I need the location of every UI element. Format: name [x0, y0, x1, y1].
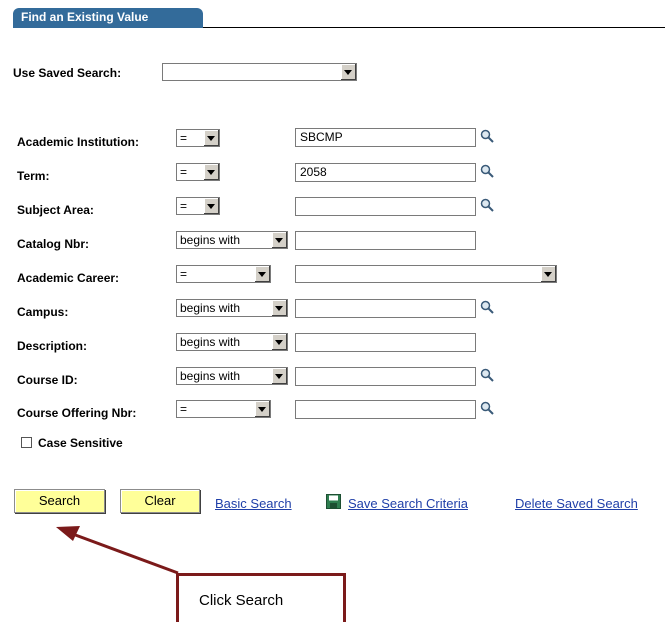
input-course-id[interactable]: [295, 367, 476, 386]
select-academic-career[interactable]: [295, 265, 557, 283]
chevron-down-icon: [271, 232, 287, 248]
operator-select-course-offering-nbr[interactable]: =: [176, 400, 271, 418]
chevron-down-icon: [203, 164, 219, 180]
input-subject-area[interactable]: [295, 197, 476, 216]
chevron-down-icon: [203, 198, 219, 214]
operator-select-campus[interactable]: begins with: [176, 299, 288, 317]
saved-search-dropdown[interactable]: [162, 63, 357, 81]
input-catalog-nbr[interactable]: [295, 231, 476, 250]
operator-value: begins with: [180, 369, 241, 383]
input-academic-institution[interactable]: SBCMP: [295, 128, 476, 147]
chevron-down-icon: [271, 300, 287, 316]
input-description[interactable]: [295, 333, 476, 352]
operator-select-academic-institution[interactable]: =: [176, 129, 220, 147]
header-divider: [203, 27, 665, 28]
operator-select-academic-career[interactable]: =: [176, 265, 271, 283]
operator-select-term[interactable]: =: [176, 163, 220, 181]
chevron-down-icon: [254, 401, 270, 417]
operator-value: begins with: [180, 335, 241, 349]
operator-value: =: [180, 267, 188, 281]
operator-value: =: [180, 131, 188, 145]
case-sensitive-checkbox[interactable]: [21, 437, 32, 448]
lookup-magnifier-icon[interactable]: [480, 368, 494, 382]
field-label-subject-area: Subject Area:: [17, 203, 94, 217]
field-label-campus: Campus:: [17, 305, 69, 319]
input-course-offering-nbr[interactable]: [295, 400, 476, 419]
lookup-magnifier-icon[interactable]: [480, 129, 494, 143]
chevron-down-icon: [540, 266, 556, 282]
save-search-criteria-link[interactable]: Save Search Criteria: [348, 496, 468, 511]
field-label-term: Term:: [17, 169, 50, 183]
field-label-academic-institution: Academic Institution:: [17, 135, 140, 149]
saved-search-label: Use Saved Search:: [13, 66, 122, 80]
lookup-magnifier-icon[interactable]: [480, 164, 494, 178]
chevron-down-icon: [254, 266, 270, 282]
chevron-down-icon: [271, 368, 287, 384]
input-term[interactable]: 2058: [295, 163, 476, 182]
chevron-down-icon: [340, 64, 356, 80]
operator-select-catalog-nbr[interactable]: begins with: [176, 231, 288, 249]
operator-select-course-id[interactable]: begins with: [176, 367, 288, 385]
basic-search-link[interactable]: Basic Search: [215, 496, 292, 511]
search-button[interactable]: Search: [14, 489, 105, 513]
field-label-academic-career: Academic Career:: [17, 271, 120, 285]
case-sensitive-label: Case Sensitive: [38, 436, 123, 450]
input-campus[interactable]: [295, 299, 476, 318]
chevron-down-icon: [203, 130, 219, 146]
operator-value: begins with: [180, 301, 241, 315]
chevron-down-icon: [271, 334, 287, 350]
field-label-course-id: Course ID:: [17, 373, 78, 387]
delete-saved-search-link[interactable]: Delete Saved Search: [515, 496, 638, 511]
save-disk-icon[interactable]: [326, 494, 341, 509]
operator-select-description[interactable]: begins with: [176, 333, 288, 351]
tab-underline: [13, 27, 203, 28]
operator-select-subject-area[interactable]: =: [176, 197, 220, 215]
operator-value: =: [180, 165, 188, 179]
lookup-magnifier-icon[interactable]: [480, 198, 494, 212]
operator-value: begins with: [180, 233, 241, 247]
lookup-magnifier-icon[interactable]: [480, 300, 494, 314]
lookup-magnifier-icon[interactable]: [480, 401, 494, 415]
clear-button[interactable]: Clear: [120, 489, 200, 513]
field-label-catalog-nbr: Catalog Nbr:: [17, 237, 89, 251]
operator-value: =: [180, 199, 188, 213]
field-label-course-offering-nbr: Course Offering Nbr:: [17, 406, 137, 420]
field-label-description: Description:: [17, 339, 88, 353]
operator-value: =: [180, 402, 188, 416]
tab-find-existing-value[interactable]: Find an Existing Value: [13, 8, 203, 27]
click-search-callout: Click Search: [176, 573, 346, 622]
